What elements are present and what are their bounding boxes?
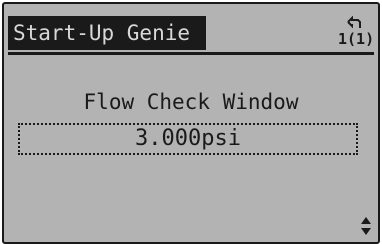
parameter-label: Flow Check Window <box>83 90 299 114</box>
menu-title: Start-Up Genie <box>8 16 206 50</box>
up-down-arrows-icon <box>361 217 371 235</box>
page-indicator: 1(1) <box>338 30 375 48</box>
parameter-value-field[interactable]: 3.000psi <box>18 123 358 155</box>
header-divider <box>8 52 374 55</box>
lcd-screen: Start-Up Genie 1(1) Flow Check Window 3.… <box>2 2 380 244</box>
